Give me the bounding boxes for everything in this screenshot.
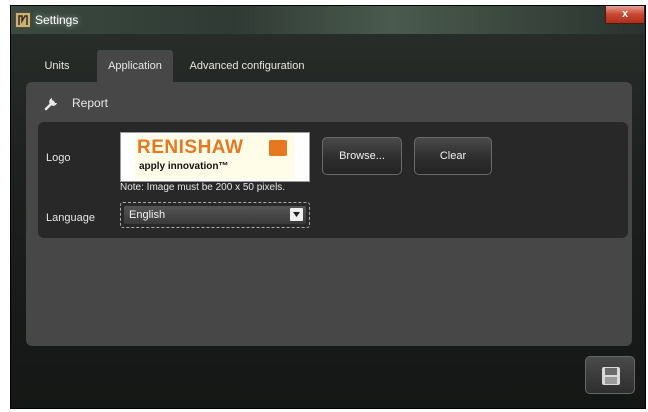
tab-label: Units (44, 60, 70, 72)
tab-advanced-configuration[interactable]: Advanced configuration (177, 50, 317, 82)
logo-mark (269, 140, 287, 156)
language-label: Language (46, 212, 95, 224)
close-button[interactable]: x (605, 6, 645, 24)
logo-size-note: Note: Image must be 200 x 50 pixels. (120, 182, 286, 193)
dropdown-arrow-icon[interactable] (290, 208, 303, 221)
save-icon (602, 367, 620, 385)
language-value: English (129, 209, 166, 221)
report-settings-group: Logo RENISHAW apply innovation™ Note: Im… (38, 122, 628, 238)
window-title: Settings (35, 13, 79, 27)
tab-bar: Units Application Advanced configuration (11, 50, 645, 82)
section-title: Report (72, 96, 109, 110)
company-logo: RENISHAW apply innovation™ (135, 135, 295, 179)
logo-label: Logo (46, 152, 71, 164)
language-select[interactable]: English (120, 202, 310, 228)
application-panel: Report Logo RENISHAW apply innovation™ N… (26, 82, 632, 346)
tab-label: Application (108, 60, 162, 72)
clear-button-label: Clear (439, 150, 467, 162)
tab-units[interactable]: Units (35, 50, 79, 82)
app-icon (15, 12, 31, 28)
tab-label: Advanced configuration (189, 60, 305, 72)
logo-preview: RENISHAW apply innovation™ (120, 132, 310, 182)
clear-button[interactable]: Clear (414, 137, 492, 175)
close-icon: x (621, 8, 629, 20)
logo-brand-text: RENISHAW (137, 137, 244, 158)
language-select-field[interactable]: English (124, 206, 306, 224)
browse-button-label: Browse... (339, 150, 385, 162)
title-bar[interactable]: Settings x (11, 6, 645, 34)
tab-application[interactable]: Application (97, 50, 173, 82)
browse-button[interactable]: Browse... (322, 137, 402, 175)
logo-tagline: apply innovation™ (139, 161, 229, 172)
wrench-icon (44, 98, 57, 111)
save-button[interactable] (585, 356, 635, 394)
settings-window: Settings x Units Application Advanced co… (10, 5, 646, 409)
